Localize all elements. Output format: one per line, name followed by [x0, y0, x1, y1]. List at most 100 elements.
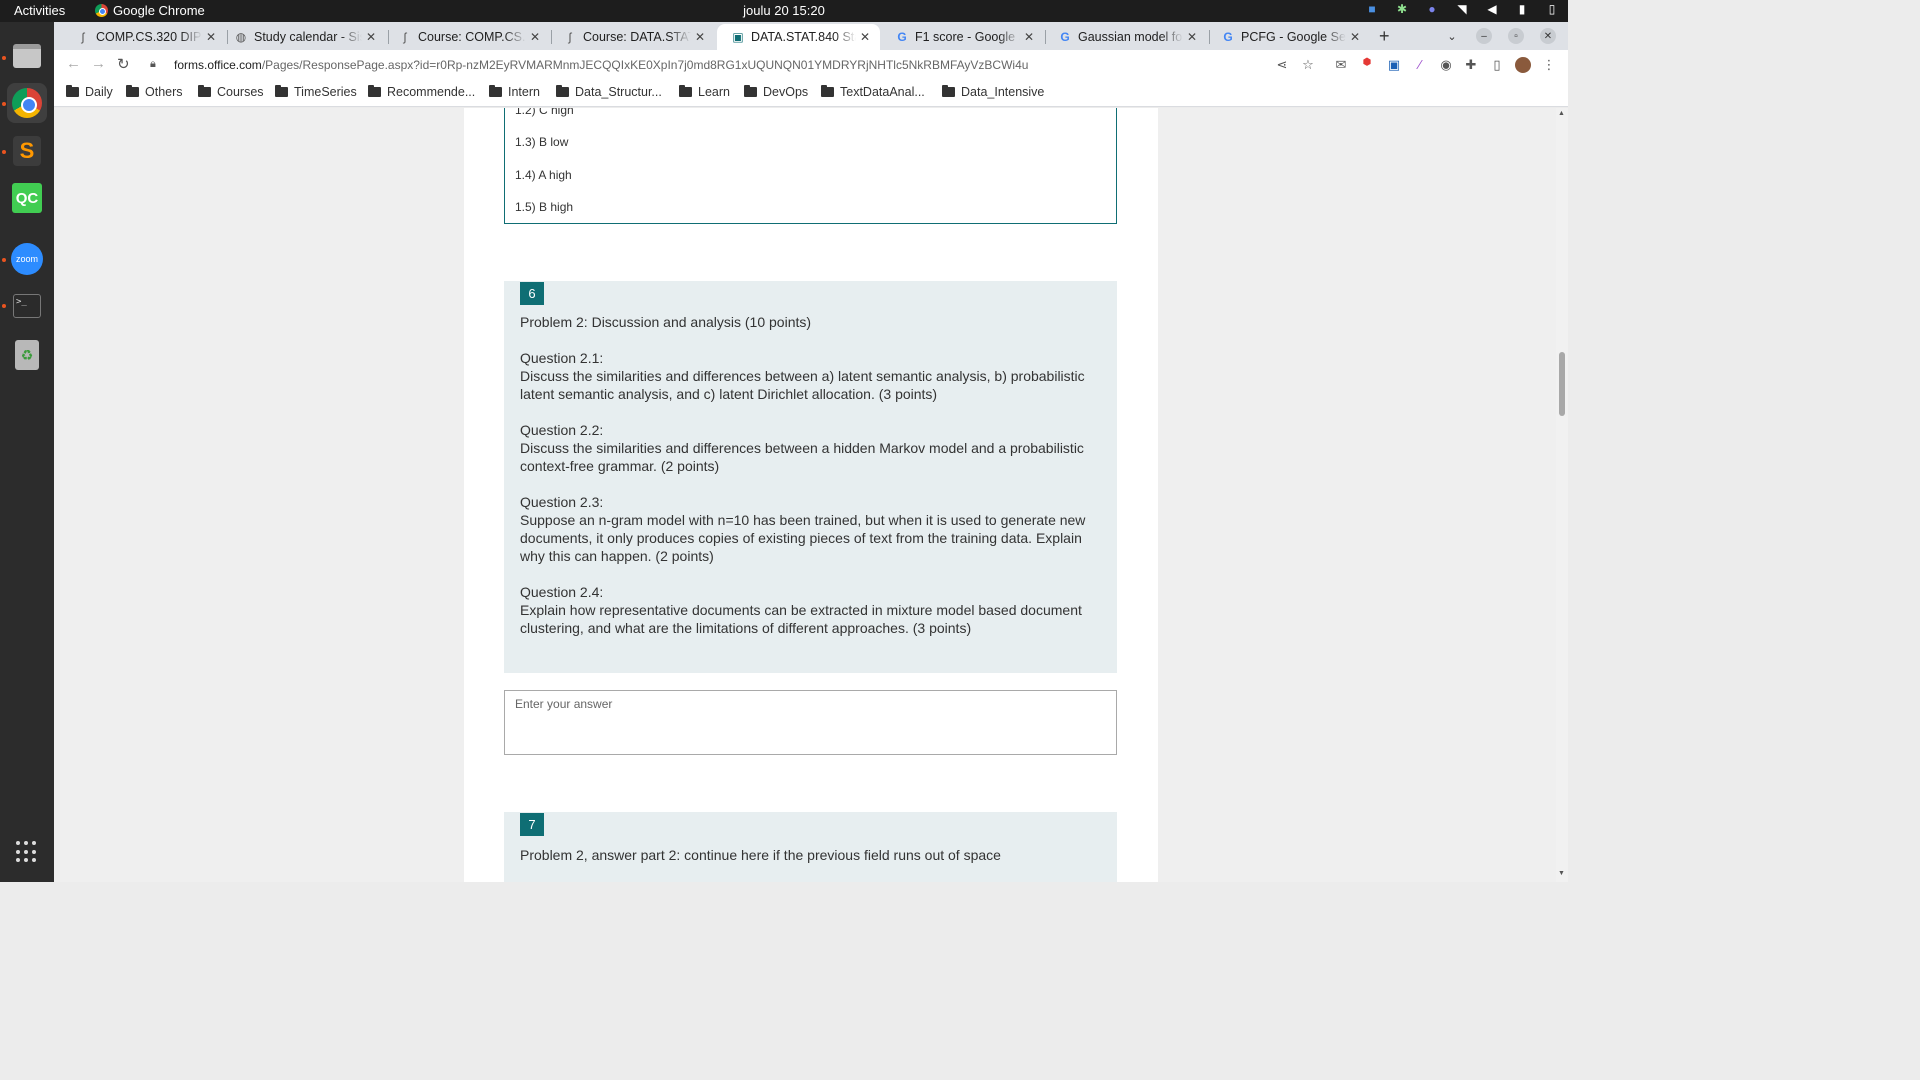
sublime-text-app-icon[interactable]: S [7, 131, 47, 171]
scroll-up-arrow[interactable]: ▲ [1558, 110, 1565, 117]
subquestion-body: Suppose an n-gram model with n=10 has be… [520, 512, 1086, 564]
question-7: 7 Problem 2, answer part 2: continue her… [504, 812, 1117, 882]
bookmark-folder[interactable]: TextDataAnal... [821, 85, 925, 99]
qt-creator-app-icon[interactable]: QC [7, 178, 47, 218]
new-tab-button[interactable]: + [1379, 26, 1390, 47]
trash-app-icon[interactable]: ♻ [7, 335, 47, 375]
battery-icon[interactable]: ▯ [1544, 2, 1560, 16]
adblock-extension-icon[interactable]: ⬢ [1359, 57, 1375, 73]
bookmark-folder[interactable]: Data_Structur... [556, 85, 662, 99]
close-tab-icon[interactable]: ✕ [1187, 30, 1201, 44]
bookmark-folder[interactable]: DevOps [744, 85, 808, 99]
close-tab-icon[interactable]: ✕ [1350, 30, 1364, 44]
answer-line: 1.3) B low [515, 135, 569, 149]
address-bar[interactable]: 🔒︎ forms.office.com/Pages/ResponsePage.a… [144, 52, 1274, 77]
bookmark-folder[interactable]: Intern [489, 85, 540, 99]
back-button[interactable]: ← [66, 55, 81, 72]
forms-icon: ▣ [732, 30, 744, 44]
folder-icon [198, 85, 211, 97]
clock[interactable]: joulu 20 15:20 [0, 3, 1568, 18]
bookmark-folder[interactable]: Recommende... [368, 85, 475, 99]
answer-input[interactable] [515, 697, 1105, 711]
url-path: /Pages/ResponsePage.aspx?id=r0Rp-nzM2EyR… [261, 57, 1029, 72]
running-indicator [2, 304, 6, 308]
tab-active[interactable]: ▣ DATA.STAT.840 Stat ✕ [717, 24, 880, 50]
zoom-tray-icon[interactable]: ■ [1364, 2, 1380, 16]
show-applications-icon[interactable] [7, 832, 47, 872]
files-app-icon[interactable] [7, 36, 47, 76]
close-tab-icon[interactable]: ✕ [530, 30, 544, 44]
bookmark-star-icon[interactable]: ☆ [1300, 57, 1316, 73]
globe-icon: ◍ [235, 30, 247, 44]
bookmark-folder[interactable]: TimeSeries [275, 85, 357, 99]
folder-icon [489, 85, 502, 97]
volume-icon[interactable]: ◀ [1484, 2, 1500, 16]
tab[interactable]: G PCFG - Google Search ✕ [1207, 24, 1370, 50]
folder-icon [275, 85, 288, 97]
page-scrollbar[interactable]: ▲ ▼ [1556, 108, 1568, 882]
bookmark-folder[interactable]: Daily [66, 85, 113, 99]
network-tray-icon[interactable]: ✱ [1394, 2, 1410, 16]
moodle-icon: ʃ [403, 30, 407, 44]
chrome-app-icon[interactable] [7, 83, 47, 123]
extensions-puzzle-icon[interactable]: ✚ [1463, 57, 1479, 73]
reload-button[interactable]: ↻ [117, 55, 130, 73]
restore-button[interactable]: ▫ [1508, 28, 1524, 44]
answer-line: 1.2) C high [515, 108, 574, 117]
gmail-extension-icon[interactable]: ✉ [1333, 57, 1349, 73]
zoom-app-icon[interactable]: zoom [7, 239, 47, 279]
tab[interactable]: ʃ COMP.CS.320 DIP 22 ✕ [62, 24, 226, 50]
question-number-badge: 6 [520, 282, 544, 305]
answer-field[interactable] [504, 690, 1117, 755]
minimize-button[interactable]: – [1476, 28, 1492, 44]
share-icon[interactable]: ⋖ [1274, 57, 1290, 73]
system-tray[interactable]: ■ ✱ ● ◥ ◀ ▮ ▯ [1364, 2, 1560, 16]
tab[interactable]: ◍ Study calendar - Sisu ✕ [220, 24, 386, 50]
previous-answer-box[interactable]: 1.2) C high 1.3) B low 1.4) A high 1.5) … [504, 108, 1117, 224]
scroll-down-arrow[interactable]: ▼ [1558, 870, 1565, 877]
system-top-bar: Activities Google Chrome joulu 20 15:20 … [0, 0, 1568, 22]
circle-extension-icon[interactable]: ◉ [1438, 57, 1454, 73]
tab-title: Course: DATA.STAT. [583, 30, 691, 44]
close-tab-icon[interactable]: ✕ [366, 30, 380, 44]
folder-icon [821, 85, 834, 97]
bookmark-folder[interactable]: Learn [679, 85, 730, 99]
close-tab-icon[interactable]: ✕ [860, 30, 874, 44]
scrollbar-thumb[interactable] [1559, 352, 1565, 416]
bookmark-folder[interactable]: Data_Intensive [942, 85, 1044, 99]
chrome-menu-icon[interactable]: ⋮ [1541, 57, 1557, 73]
tab-title: COMP.CS.320 DIP 22 [96, 30, 202, 44]
tab[interactable]: ʃ Course: COMP.CS.32 ✕ [384, 24, 550, 50]
close-tab-icon[interactable]: ✕ [206, 30, 220, 44]
bookmark-folder[interactable]: Courses [198, 85, 264, 99]
microphone-icon[interactable]: ▮ [1514, 2, 1530, 16]
terminal-app-icon[interactable]: >_ [7, 286, 47, 326]
close-tab-icon[interactable]: ✕ [695, 30, 709, 44]
side-panel-icon[interactable]: ▯ [1489, 57, 1505, 73]
close-tab-icon[interactable]: ✕ [1024, 30, 1038, 44]
bookmark-folder[interactable]: Others [126, 85, 183, 99]
google-icon: G [1060, 30, 1070, 44]
forward-button[interactable]: → [91, 55, 106, 72]
moodle-icon: ʃ [568, 30, 572, 44]
tab-strip: ʃ COMP.CS.320 DIP 22 ✕ ◍ Study calendar … [54, 22, 1568, 50]
extension-badge-icon[interactable]: ▣ [1386, 57, 1402, 73]
tab[interactable]: G Gaussian model for ✕ [1044, 24, 1207, 50]
folder-icon [744, 85, 757, 97]
folder-icon [556, 85, 569, 97]
lock-icon[interactable]: 🔒︎ [150, 58, 164, 71]
teams-tray-icon[interactable]: ● [1424, 2, 1440, 16]
close-window-button[interactable]: ✕ [1540, 28, 1556, 44]
activities-button[interactable]: Activities [14, 3, 65, 18]
running-indicator [2, 56, 6, 60]
pen-extension-icon[interactable]: ⁄ [1412, 57, 1428, 73]
subquestion-heading: Question 2.3: [520, 494, 604, 510]
app-menu[interactable]: Google Chrome [95, 3, 205, 18]
tab[interactable]: G F1 score - Google Se ✕ [881, 24, 1044, 50]
wifi-icon[interactable]: ◥ [1454, 2, 1470, 16]
subquestion-heading: Question 2.1: [520, 350, 604, 366]
tab-search-icon[interactable]: ⌄ [1444, 28, 1460, 44]
tab[interactable]: ʃ Course: DATA.STAT. ✕ [549, 24, 715, 50]
question-title: Problem 2, answer part 2: continue here … [520, 847, 1001, 863]
profile-avatar[interactable] [1515, 57, 1531, 73]
